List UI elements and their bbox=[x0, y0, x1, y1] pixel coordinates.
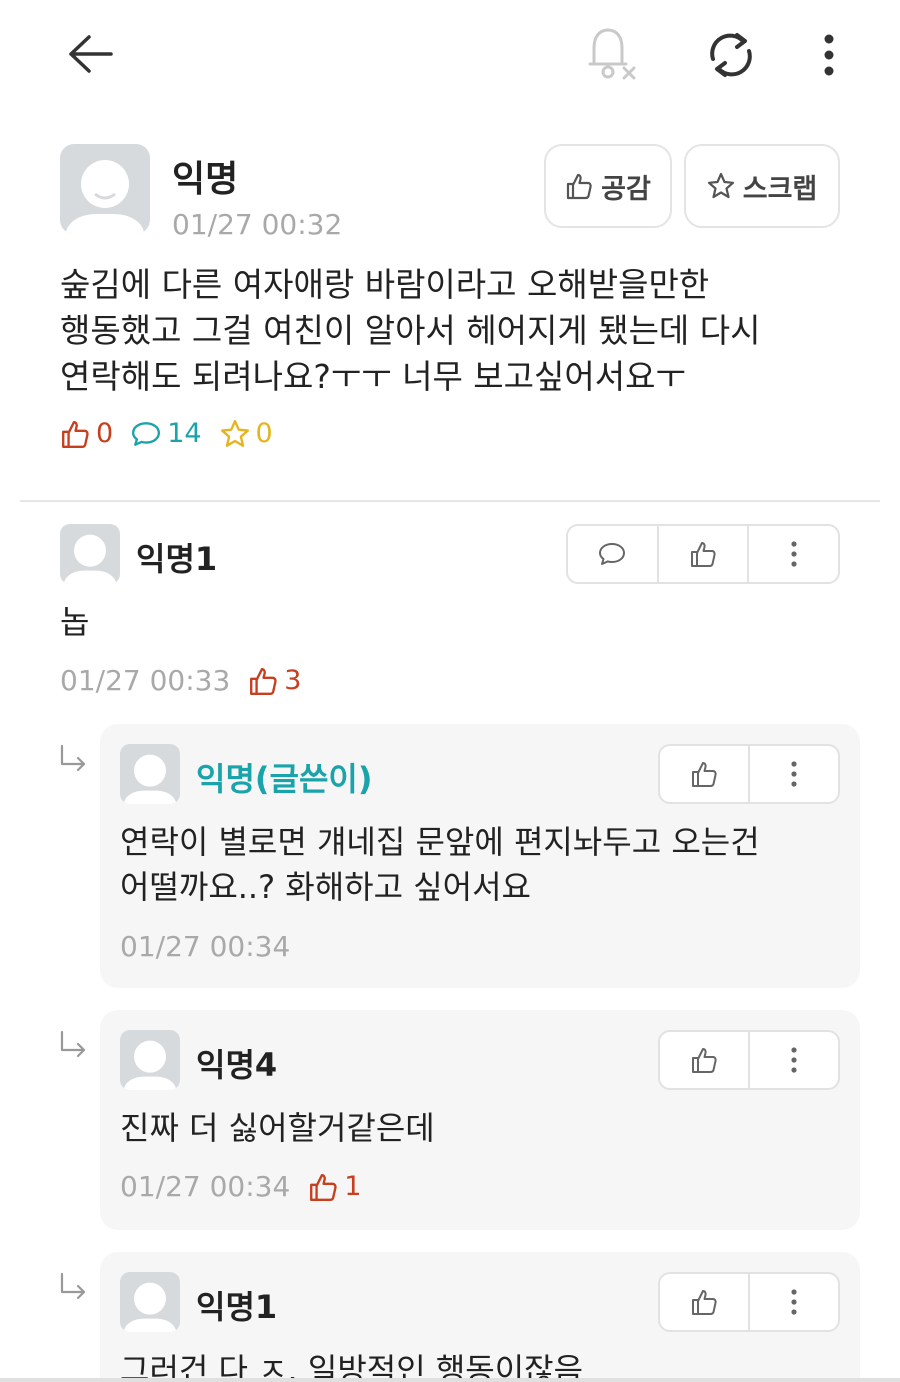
reply-button[interactable] bbox=[568, 526, 657, 582]
thumbs-up-icon bbox=[692, 762, 717, 787]
reply-avatar bbox=[120, 1272, 180, 1332]
thumbs-up-icon bbox=[62, 420, 89, 448]
thumbs-up-icon bbox=[567, 173, 592, 200]
like-button[interactable]: 공감 bbox=[544, 144, 672, 228]
comment-avatar bbox=[60, 524, 120, 584]
reply-timestamp: 01/27 00:34 bbox=[120, 1170, 291, 1203]
post-author-avatar bbox=[60, 144, 150, 234]
reply-more-button[interactable] bbox=[748, 1274, 838, 1330]
reply-arrow-icon bbox=[60, 744, 86, 772]
thumbs-up-icon bbox=[692, 1290, 717, 1315]
reply-like-button[interactable] bbox=[660, 746, 748, 802]
bell-off-icon bbox=[588, 28, 636, 80]
thumbs-up-icon bbox=[692, 1048, 717, 1073]
comment-meta: 01/27 00:33 3 bbox=[60, 664, 301, 697]
like-count: 0 bbox=[96, 418, 114, 449]
notification-off-button[interactable] bbox=[582, 22, 642, 84]
reply-card: 익명(글쓴이) 연락이 별로면 걔네집 문앞에 편지놔두고 오는건 어떨까요..… bbox=[100, 724, 860, 988]
reply-arrow-icon bbox=[60, 1272, 86, 1300]
reply-more-button[interactable] bbox=[748, 1032, 838, 1088]
more-vertical-icon bbox=[791, 761, 797, 787]
user-silhouette-icon bbox=[64, 534, 116, 584]
like-count: 1 bbox=[344, 1171, 362, 1202]
speech-bubble-icon bbox=[132, 421, 161, 446]
post-timestamp: 01/27 00:32 bbox=[172, 208, 343, 241]
user-silhouette-icon bbox=[124, 754, 176, 804]
reply-meta: 01/27 00:34 1 bbox=[120, 1170, 361, 1203]
reply-text: 진짜 더 싫어할거같은데 bbox=[120, 1106, 840, 1151]
comment-actions bbox=[566, 524, 840, 584]
comment-like-button[interactable] bbox=[656, 526, 748, 582]
reply-text-line: 연락이 별로면 걔네집 문앞에 편지놔두고 오는건 bbox=[120, 823, 760, 861]
reply-text-line: 어떨까요..? 화해하고 싶어서요 bbox=[120, 868, 531, 906]
star-icon bbox=[220, 419, 249, 447]
reply-author: 익명4 bbox=[196, 1046, 278, 1084]
reply-like-button[interactable] bbox=[660, 1274, 748, 1330]
scrap-button[interactable]: 스크랩 bbox=[684, 144, 840, 228]
reply-text-line: 진짜 더 싫어할거같은데 bbox=[120, 1109, 435, 1147]
refresh-icon bbox=[710, 33, 752, 77]
divider bbox=[20, 500, 880, 502]
refresh-button[interactable] bbox=[700, 24, 762, 86]
reply-avatar bbox=[120, 1030, 180, 1090]
like-button-label: 공감 bbox=[601, 173, 651, 205]
reply-author-op: 익명(글쓴이) bbox=[196, 760, 373, 798]
reply-meta: 01/27 00:34 bbox=[120, 930, 290, 963]
user-silhouette-icon bbox=[124, 1282, 176, 1332]
comment-count: 14 bbox=[167, 418, 202, 449]
comment-like-count: 3 bbox=[248, 665, 301, 696]
reply-avatar bbox=[120, 744, 180, 804]
reply-card: 익명4 진짜 더 싫어할거같은데 01/27 00:34 1 bbox=[100, 1010, 860, 1230]
more-vertical-icon bbox=[791, 541, 797, 567]
bottom-edge bbox=[0, 1378, 900, 1382]
reply-author: 익명1 bbox=[196, 1288, 278, 1326]
post-author-name: 익명 bbox=[172, 159, 239, 200]
thumbs-up-icon bbox=[250, 667, 277, 695]
comment-author: 익명1 bbox=[136, 540, 218, 578]
reply-like-button[interactable] bbox=[660, 1032, 748, 1088]
comment-timestamp: 01/27 00:33 bbox=[60, 664, 231, 697]
reply-text: 그러건 다 ㅈ. 일방적인 행동이잖음 bbox=[120, 1348, 840, 1378]
post-body-line: 행동했고 그걸 여친이 알아서 헤어지게 됐는데 다시 bbox=[60, 311, 761, 350]
reply-text: 연락이 별로면 걔네집 문앞에 편지놔두고 오는건 어떨까요..? 화해하고 싶… bbox=[120, 820, 840, 910]
scrap-button-label: 스크랩 bbox=[742, 173, 818, 205]
reply-actions bbox=[658, 744, 840, 804]
more-vertical-icon bbox=[824, 34, 834, 76]
post-body: 숲김에 다른 여자애랑 바람이라고 오해받을만한 행동했고 그걸 여친이 알아서… bbox=[60, 262, 850, 400]
post-body-line: 연락해도 되려나요?ㅜㅜ 너무 보고싶어서요ㅜ bbox=[60, 357, 686, 396]
post-body-line: 숲김에 다른 여자애랑 바람이라고 오해받을만한 bbox=[60, 265, 710, 304]
reply-actions bbox=[658, 1030, 840, 1090]
reply-more-button[interactable] bbox=[748, 746, 838, 802]
user-silhouette-icon bbox=[66, 160, 144, 234]
arrow-left-icon bbox=[69, 35, 113, 73]
thumbs-up-icon bbox=[310, 1173, 337, 1201]
more-vertical-icon bbox=[791, 1289, 797, 1315]
post-like-count: 0 bbox=[60, 418, 113, 449]
reply-arrow-icon bbox=[60, 1030, 86, 1058]
post-stats: 0 14 0 bbox=[60, 418, 273, 449]
post-comment-count: 14 bbox=[131, 418, 202, 449]
reply-card: 익명1 그러건 다 ㅈ. 일방적인 행동이잖음 bbox=[100, 1252, 860, 1378]
comment-text: 놉 bbox=[60, 603, 90, 641]
scrap-count: 0 bbox=[255, 418, 273, 449]
user-silhouette-icon bbox=[124, 1040, 176, 1090]
reply-actions bbox=[658, 1272, 840, 1332]
reply-text-line: 그러건 다 ㅈ. 일방적인 행동이잖음 bbox=[120, 1351, 584, 1378]
more-options-button[interactable] bbox=[808, 24, 850, 86]
like-count: 3 bbox=[284, 665, 302, 696]
reply-like-count: 1 bbox=[308, 1171, 361, 1202]
reply-timestamp: 01/27 00:34 bbox=[120, 930, 291, 963]
star-icon bbox=[707, 172, 734, 199]
more-vertical-icon bbox=[791, 1047, 797, 1073]
post-scrap-count: 0 bbox=[220, 418, 273, 449]
comment-more-button[interactable] bbox=[747, 526, 838, 582]
top-bar bbox=[0, 0, 900, 110]
speech-bubble-icon bbox=[599, 543, 626, 565]
thumbs-up-icon bbox=[691, 542, 716, 567]
back-button[interactable] bbox=[58, 24, 122, 84]
